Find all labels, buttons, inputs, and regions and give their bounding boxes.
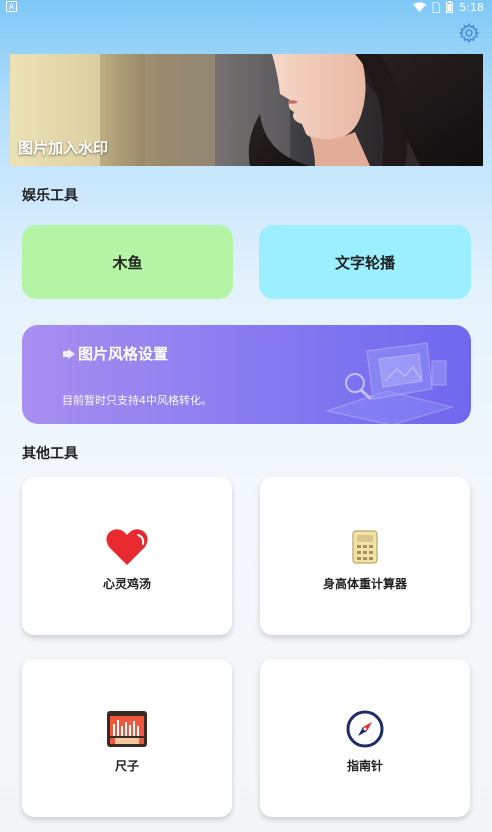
bmi-calculator-label: 身高体重计算器	[322, 577, 407, 591]
ruler-card[interactable]: 尺子	[22, 659, 232, 817]
ruler-label: 尺子	[114, 759, 139, 773]
ruler-icon-wrap	[105, 707, 149, 751]
calculator-icon-wrap	[343, 525, 387, 569]
gear-icon[interactable]	[458, 22, 480, 44]
text-marquee-card[interactable]: 文字轮播	[259, 225, 471, 299]
tag-icon	[63, 348, 75, 359]
style-card-title-text: 图片风格设置	[78, 345, 169, 363]
style-card-description: 目前暂时只支持4中风格转化。	[62, 394, 212, 407]
wooden-fish-card[interactable]: 木鱼	[22, 225, 233, 299]
status-time: 5:18	[459, 0, 484, 14]
notification-icon: A	[6, 1, 17, 12]
other-tools-section-title: 其他工具	[22, 446, 78, 462]
watermark-banner[interactable]: 图片加入水印	[10, 54, 483, 166]
image-style-card[interactable]: 图片风格设置 目前暂时只支持4中风格转化。	[22, 325, 471, 424]
entertainment-section-title: 娱乐工具	[22, 188, 78, 204]
status-bar: A 5:18	[0, 0, 492, 14]
style-card-title: 图片风格设置	[62, 343, 168, 364]
heart-icon	[106, 529, 148, 565]
banner-title: 图片加入水印	[18, 139, 109, 157]
chicken-soup-card[interactable]: 心灵鸡汤	[22, 477, 232, 635]
wifi-icon	[413, 2, 427, 12]
battery-icon	[446, 1, 454, 13]
svg-text:A: A	[9, 3, 15, 12]
image-editor-illustration	[324, 342, 455, 424]
ruler-icon	[107, 711, 147, 747]
compass-label: 指南针	[346, 759, 383, 773]
bmi-calculator-card[interactable]: 身高体重计算器	[260, 477, 470, 635]
text-marquee-label: 文字轮播	[334, 253, 395, 272]
compass-icon	[346, 710, 384, 748]
chicken-soup-label: 心灵鸡汤	[102, 577, 151, 591]
heart-icon-wrap	[105, 525, 149, 569]
compass-card[interactable]: 指南针	[260, 659, 470, 817]
no-sim-icon	[432, 1, 441, 13]
compass-icon-wrap	[343, 707, 387, 751]
calculator-icon	[352, 530, 378, 564]
wooden-fish-label: 木鱼	[112, 253, 143, 272]
